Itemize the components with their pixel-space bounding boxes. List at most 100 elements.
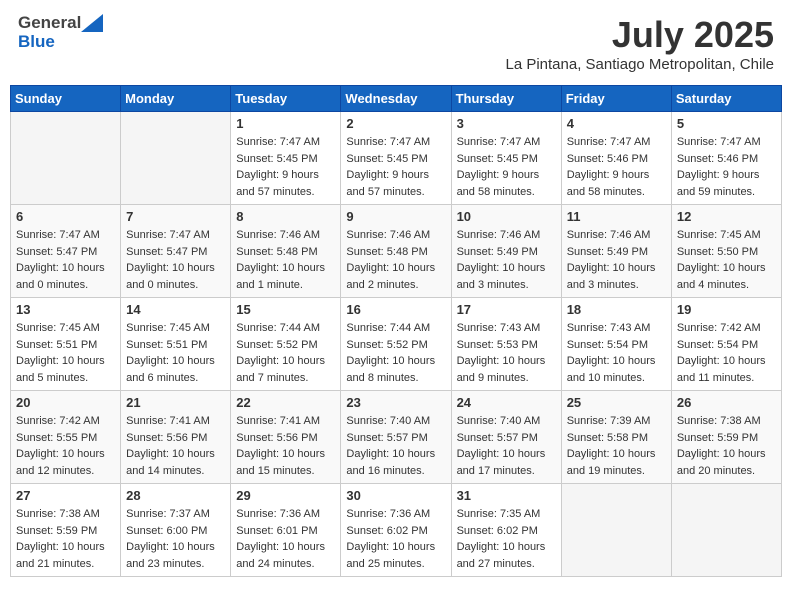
day-info: Sunrise: 7:47 AM Sunset: 5:46 PM Dayligh… [677, 134, 776, 200]
title-section: July 2025 La Pintana, Santiago Metropoli… [505, 14, 774, 73]
calendar-cell: 12Sunrise: 7:45 AM Sunset: 5:50 PM Dayli… [671, 205, 781, 298]
calendar-cell: 15 Sunrise: 7:44 AM Sunset: 5:52 PM Dayli… [231, 298, 341, 391]
calendar-cell: 24Sunrise: 7:40 AM Sunset: 5:57 PM Dayli… [451, 391, 561, 484]
calendar-week-5: 27 Sunrise: 7:38 AM Sunset: 5:59 PM Dayli… [11, 484, 782, 577]
calendar-cell: 13 Sunrise: 7:45 AM Sunset: 5:51 PM Dayli… [11, 298, 121, 391]
calendar-cell: 20 Sunrise: 7:42 AM Sunset: 5:55 PM Dayli… [11, 391, 121, 484]
calendar-week-1: 1 Sunrise: 7:47 AM Sunset: 5:45 PM Daylig… [11, 112, 782, 205]
calendar-week-3: 13 Sunrise: 7:45 AM Sunset: 5:51 PM Dayli… [11, 298, 782, 391]
calendar-week-2: 6 Sunrise: 7:47 AM Sunset: 5:47 PM Daylig… [11, 205, 782, 298]
day-info: Sunrise: 7:47 AM Sunset: 5:45 PM Dayligh… [457, 134, 556, 200]
location-title: La Pintana, Santiago Metropolitan, Chile [505, 56, 774, 73]
day-info: Sunrise: 7:47 AM Sunset: 5:47 PM Dayligh… [126, 227, 225, 293]
day-number: 13 [16, 302, 115, 317]
calendar-cell [11, 112, 121, 205]
weekday-saturday: Saturday [671, 86, 781, 112]
calendar-cell: 16 Sunrise: 7:44 AM Sunset: 5:52 PM Dayli… [341, 298, 451, 391]
calendar-cell: 14 Sunrise: 7:45 AM Sunset: 5:51 PM Dayli… [121, 298, 231, 391]
day-info: Sunrise: 7:40 AM Sunset: 5:57 PM Dayligh… [457, 413, 556, 479]
day-info: Sunrise: 7:36 AM Sunset: 6:01 PM Dayligh… [236, 506, 335, 572]
logo-blue-text: Blue [18, 33, 103, 52]
calendar-cell: 29Sunrise: 7:36 AM Sunset: 6:01 PM Dayli… [231, 484, 341, 577]
logo-general-text: General [18, 14, 81, 33]
calendar-cell: 1 Sunrise: 7:47 AM Sunset: 5:45 PM Daylig… [231, 112, 341, 205]
calendar-cell: 28 Sunrise: 7:37 AM Sunset: 6:00 PM Dayli… [121, 484, 231, 577]
day-info: Sunrise: 7:37 AM Sunset: 6:00 PM Dayligh… [126, 506, 225, 572]
weekday-tuesday: Tuesday [231, 86, 341, 112]
calendar-cell: 26Sunrise: 7:38 AM Sunset: 5:59 PM Dayli… [671, 391, 781, 484]
day-info: Sunrise: 7:36 AM Sunset: 6:02 PM Dayligh… [346, 506, 445, 572]
day-number: 12 [677, 209, 776, 224]
weekday-thursday: Thursday [451, 86, 561, 112]
day-info: Sunrise: 7:45 AM Sunset: 5:51 PM Dayligh… [16, 320, 115, 386]
calendar-cell: 10 Sunrise: 7:46 AM Sunset: 5:49 PM Dayli… [451, 205, 561, 298]
day-number: 14 [126, 302, 225, 317]
day-number: 25 [567, 395, 666, 410]
day-info: Sunrise: 7:43 AM Sunset: 5:54 PM Dayligh… [567, 320, 666, 386]
day-info: Sunrise: 7:46 AM Sunset: 5:48 PM Dayligh… [236, 227, 335, 293]
calendar-cell: 22 Sunrise: 7:41 AM Sunset: 5:56 PM Dayli… [231, 391, 341, 484]
page-header: General Blue July 2025 La Pintana, Santi… [10, 10, 782, 77]
day-number: 4 [567, 116, 666, 131]
day-info: Sunrise: 7:39 AM Sunset: 5:58 PM Dayligh… [567, 413, 666, 479]
weekday-sunday: Sunday [11, 86, 121, 112]
day-number: 2 [346, 116, 445, 131]
day-number: 28 [126, 488, 225, 503]
day-info: Sunrise: 7:46 AM Sunset: 5:49 PM Dayligh… [457, 227, 556, 293]
day-number: 15 [236, 302, 335, 317]
calendar-cell: 5Sunrise: 7:47 AM Sunset: 5:46 PM Daylig… [671, 112, 781, 205]
calendar-cell: 17Sunrise: 7:43 AM Sunset: 5:53 PM Dayli… [451, 298, 561, 391]
month-title: July 2025 [505, 14, 774, 56]
calendar-cell: 21Sunrise: 7:41 AM Sunset: 5:56 PM Dayli… [121, 391, 231, 484]
day-number: 30 [346, 488, 445, 503]
day-number: 16 [346, 302, 445, 317]
calendar-cell: 4Sunrise: 7:47 AM Sunset: 5:46 PM Daylig… [561, 112, 671, 205]
calendar-table: SundayMondayTuesdayWednesdayThursdayFrid… [10, 85, 782, 577]
day-info: Sunrise: 7:35 AM Sunset: 6:02 PM Dayligh… [457, 506, 556, 572]
day-number: 23 [346, 395, 445, 410]
day-number: 19 [677, 302, 776, 317]
calendar-cell: 18 Sunrise: 7:43 AM Sunset: 5:54 PM Dayli… [561, 298, 671, 391]
calendar-cell [121, 112, 231, 205]
day-info: Sunrise: 7:44 AM Sunset: 5:52 PM Dayligh… [236, 320, 335, 386]
day-number: 21 [126, 395, 225, 410]
day-info: Sunrise: 7:42 AM Sunset: 5:55 PM Dayligh… [16, 413, 115, 479]
day-number: 27 [16, 488, 115, 503]
calendar-week-4: 20 Sunrise: 7:42 AM Sunset: 5:55 PM Dayli… [11, 391, 782, 484]
calendar-cell: 19 Sunrise: 7:42 AM Sunset: 5:54 PM Dayli… [671, 298, 781, 391]
day-info: Sunrise: 7:47 AM Sunset: 5:47 PM Dayligh… [16, 227, 115, 293]
day-number: 9 [346, 209, 445, 224]
day-number: 20 [16, 395, 115, 410]
day-info: Sunrise: 7:46 AM Sunset: 5:49 PM Dayligh… [567, 227, 666, 293]
day-number: 8 [236, 209, 335, 224]
day-info: Sunrise: 7:41 AM Sunset: 5:56 PM Dayligh… [236, 413, 335, 479]
weekday-wednesday: Wednesday [341, 86, 451, 112]
day-info: Sunrise: 7:47 AM Sunset: 5:45 PM Dayligh… [236, 134, 335, 200]
day-info: Sunrise: 7:40 AM Sunset: 5:57 PM Dayligh… [346, 413, 445, 479]
day-number: 10 [457, 209, 556, 224]
calendar-cell: 2Sunrise: 7:47 AM Sunset: 5:45 PM Daylig… [341, 112, 451, 205]
day-number: 18 [567, 302, 666, 317]
day-info: Sunrise: 7:44 AM Sunset: 5:52 PM Dayligh… [346, 320, 445, 386]
weekday-monday: Monday [121, 86, 231, 112]
day-info: Sunrise: 7:38 AM Sunset: 5:59 PM Dayligh… [16, 506, 115, 572]
calendar-cell: 8 Sunrise: 7:46 AM Sunset: 5:48 PM Daylig… [231, 205, 341, 298]
day-info: Sunrise: 7:43 AM Sunset: 5:53 PM Dayligh… [457, 320, 556, 386]
weekday-header-row: SundayMondayTuesdayWednesdayThursdayFrid… [11, 86, 782, 112]
calendar-cell: 25 Sunrise: 7:39 AM Sunset: 5:58 PM Dayli… [561, 391, 671, 484]
weekday-friday: Friday [561, 86, 671, 112]
day-number: 22 [236, 395, 335, 410]
calendar-cell: 23 Sunrise: 7:40 AM Sunset: 5:57 PM Dayli… [341, 391, 451, 484]
day-info: Sunrise: 7:46 AM Sunset: 5:48 PM Dayligh… [346, 227, 445, 293]
day-number: 1 [236, 116, 335, 131]
calendar-cell: 6 Sunrise: 7:47 AM Sunset: 5:47 PM Daylig… [11, 205, 121, 298]
logo-triangle-icon [81, 14, 103, 32]
calendar-cell: 7 Sunrise: 7:47 AM Sunset: 5:47 PM Daylig… [121, 205, 231, 298]
day-number: 3 [457, 116, 556, 131]
day-number: 31 [457, 488, 556, 503]
day-info: Sunrise: 7:45 AM Sunset: 5:51 PM Dayligh… [126, 320, 225, 386]
day-number: 6 [16, 209, 115, 224]
day-info: Sunrise: 7:42 AM Sunset: 5:54 PM Dayligh… [677, 320, 776, 386]
calendar-cell: 11Sunrise: 7:46 AM Sunset: 5:49 PM Dayli… [561, 205, 671, 298]
day-number: 7 [126, 209, 225, 224]
